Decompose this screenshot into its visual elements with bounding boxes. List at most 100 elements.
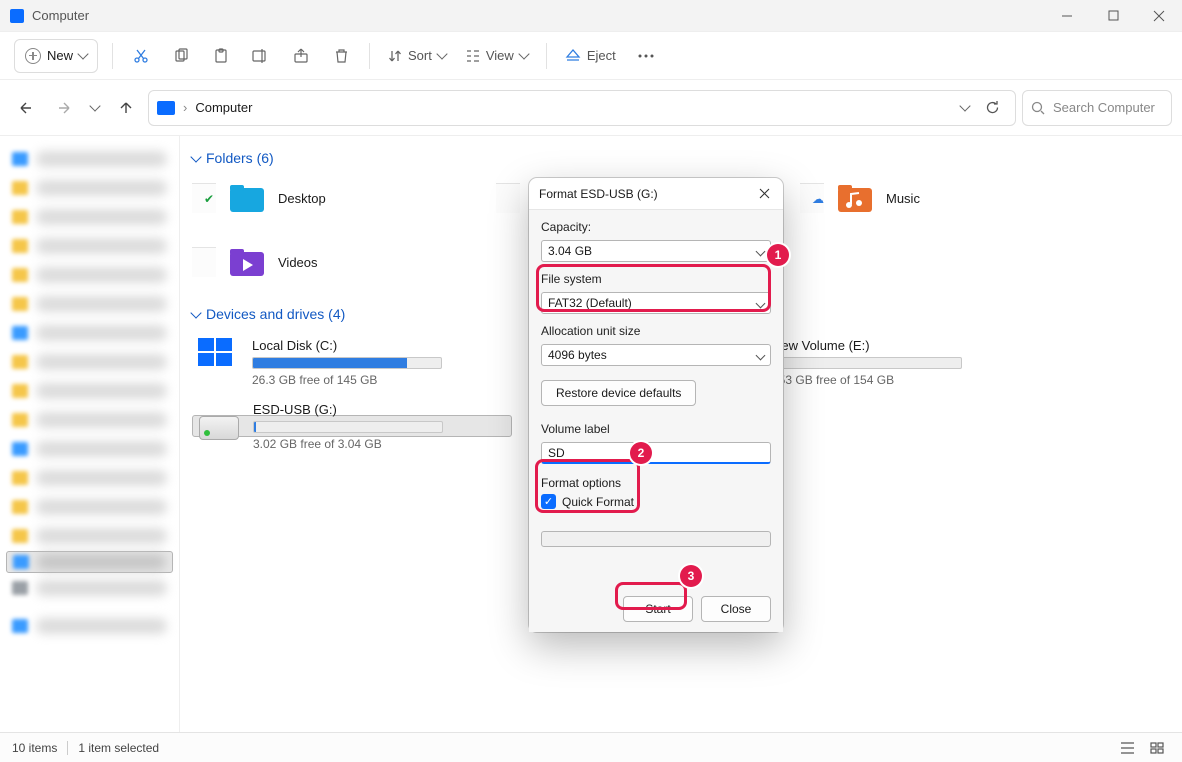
maximize-button[interactable] — [1090, 0, 1136, 32]
new-label: New — [47, 48, 73, 63]
folder-item[interactable]: ☁ Music — [800, 176, 1080, 220]
drives-group-label: Devices and drives (4) — [206, 306, 345, 322]
thumbnails-view-button[interactable] — [1144, 737, 1170, 759]
format-progress — [541, 531, 771, 547]
filesystem-select[interactable]: FAT32 (Default) — [541, 292, 771, 314]
sync-status-icon — [496, 183, 520, 213]
view-label: View — [486, 48, 514, 63]
chevron-down-icon — [190, 307, 201, 318]
sort-button[interactable]: Sort — [378, 38, 456, 74]
app-icon — [10, 9, 24, 23]
dialog-titlebar: Format ESD-USB (G:) — [529, 178, 783, 210]
drive-free-text: 26.3 GB free of 145 GB — [252, 373, 442, 387]
callout-3: 3 — [680, 565, 702, 587]
format-dialog: Format ESD-USB (G:) Capacity: 3.04 GB Fi… — [529, 178, 783, 632]
drive-name: New Volume (E:) — [772, 338, 962, 353]
start-button[interactable]: Start — [623, 596, 693, 622]
check-icon: ✓ — [541, 494, 556, 509]
callout-1: 1 — [767, 244, 789, 266]
address-bar[interactable]: › Computer — [148, 90, 1016, 126]
copy-button[interactable] — [161, 38, 201, 74]
status-selected-count: 1 item selected — [78, 741, 159, 755]
windows-drive-icon — [198, 338, 232, 366]
forward-button[interactable] — [48, 92, 80, 124]
folders-group-label: Folders (6) — [206, 150, 274, 166]
chevron-down-icon — [756, 299, 766, 309]
toolbar: New Sort View Eject — [0, 32, 1182, 80]
drive-item[interactable]: Local Disk (C:) 26.3 GB free of 145 GB — [192, 332, 512, 393]
quick-format-label: Quick Format — [562, 495, 634, 509]
eject-label: Eject — [587, 48, 616, 63]
details-view-button[interactable] — [1114, 737, 1140, 759]
restore-defaults-button[interactable]: Restore device defaults — [541, 380, 696, 406]
drive-name: Local Disk (C:) — [252, 338, 442, 353]
back-button[interactable] — [10, 92, 42, 124]
drive-name: ESD-USB (G:) — [253, 402, 443, 417]
folder-name: Desktop — [278, 191, 326, 206]
sidebar[interactable] — [0, 136, 180, 732]
computer-icon — [157, 101, 175, 115]
more-button[interactable] — [626, 38, 666, 74]
sync-status-icon: ☁ — [800, 183, 824, 213]
folder-name: Videos — [278, 255, 318, 270]
folder-item[interactable]: ✔Desktop — [192, 176, 472, 220]
share-button[interactable] — [281, 38, 321, 74]
hdd-icon — [199, 416, 239, 440]
filesystem-label: File system — [541, 272, 771, 286]
allocation-label: Allocation unit size — [541, 324, 771, 338]
quick-format-checkbox[interactable]: ✓ Quick Format — [541, 494, 771, 509]
capacity-label: Capacity: — [541, 220, 771, 234]
folder-icon — [228, 182, 266, 214]
volume-label-input[interactable]: SD — [541, 442, 771, 464]
callout-2: 2 — [630, 442, 652, 464]
folder-name: Music — [886, 191, 920, 206]
breadcrumb-location[interactable]: Computer — [195, 100, 252, 115]
search-input[interactable]: Search Computer — [1022, 90, 1172, 126]
close-button[interactable] — [1136, 0, 1182, 32]
volume-label-label: Volume label — [541, 422, 771, 436]
search-icon — [1031, 101, 1045, 115]
status-item-count: 10 items — [12, 741, 57, 755]
format-options-group: Format options ✓ Quick Format — [541, 476, 771, 509]
sort-label: Sort — [408, 48, 432, 63]
explorer-window: Computer New Sort — [0, 0, 1182, 762]
drive-free-text: 153 GB free of 154 GB — [772, 373, 962, 387]
navigation-row: › Computer Search Computer — [0, 80, 1182, 136]
sidebar-item-computer[interactable] — [6, 551, 173, 573]
drive-free-text: 3.02 GB free of 3.04 GB — [253, 437, 443, 451]
allocation-select[interactable]: 4096 bytes — [541, 344, 771, 366]
view-button[interactable]: View — [456, 38, 538, 74]
chevron-down-icon — [756, 351, 766, 361]
drive-usage-bar — [253, 421, 443, 433]
rename-button[interactable] — [241, 38, 281, 74]
cut-button[interactable] — [121, 38, 161, 74]
paste-button[interactable] — [201, 38, 241, 74]
breadcrumb-separator: › — [183, 100, 187, 115]
search-placeholder: Search Computer — [1053, 100, 1155, 115]
chevron-down-icon[interactable] — [959, 100, 970, 111]
delete-button[interactable] — [321, 38, 361, 74]
folder-item[interactable]: Videos — [192, 240, 472, 284]
drive-usage-bar — [252, 357, 442, 369]
folder-icon — [228, 246, 266, 278]
recent-button[interactable] — [86, 92, 104, 124]
chevron-down-icon — [77, 48, 88, 59]
chevron-down-icon — [518, 48, 529, 59]
dialog-title: Format ESD-USB (G:) — [539, 187, 755, 201]
drive-usage-bar — [772, 357, 962, 369]
titlebar: Computer — [0, 0, 1182, 32]
eject-button[interactable]: Eject — [555, 38, 626, 74]
window-title: Computer — [32, 8, 89, 23]
capacity-select[interactable]: 3.04 GB — [541, 240, 771, 262]
chevron-down-icon — [436, 48, 447, 59]
minimize-button[interactable] — [1044, 0, 1090, 32]
new-button[interactable]: New — [14, 39, 98, 73]
dialog-close-button[interactable] — [755, 185, 773, 203]
folders-group-header[interactable]: Folders (6) — [192, 150, 1170, 166]
close-dialog-button[interactable]: Close — [701, 596, 771, 622]
drive-item[interactable]: ESD-USB (G:)3.02 GB free of 3.04 GB — [192, 415, 512, 437]
chevron-down-icon — [190, 151, 201, 162]
up-button[interactable] — [110, 92, 142, 124]
plus-icon — [25, 48, 41, 64]
refresh-button[interactable] — [977, 93, 1007, 123]
